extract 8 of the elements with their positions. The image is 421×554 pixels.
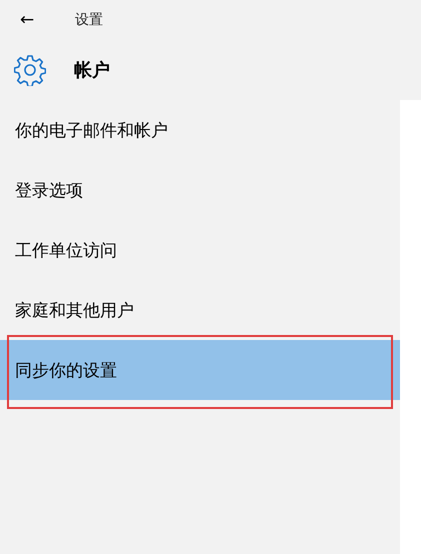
- window-title: 设置: [75, 11, 103, 29]
- sidebar-item[interactable]: 工作单位访问: [0, 220, 400, 280]
- sidebar-item[interactable]: 登录选项: [0, 160, 400, 220]
- section-title: 帐户: [74, 59, 110, 82]
- settings-icon: [14, 54, 46, 86]
- sidebar-item[interactable]: 家庭和其他用户: [0, 280, 400, 340]
- sidebar-item[interactable]: 你的电子邮件和帐户: [0, 100, 400, 160]
- sidebar-item[interactable]: 同步你的设置: [0, 340, 400, 400]
